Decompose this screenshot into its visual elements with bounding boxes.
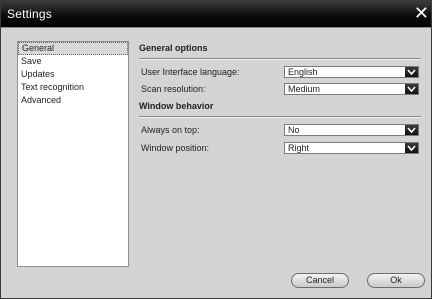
general-options-heading: General options — [139, 43, 208, 53]
window-title: Settings — [7, 7, 52, 21]
nav-item-updates[interactable]: Updates — [18, 68, 128, 81]
settings-window: Settings ✕ General Save Updates Text rec… — [0, 0, 432, 299]
chevron-down-icon — [405, 125, 418, 135]
window-behavior-divider — [139, 116, 421, 118]
language-value: English — [288, 67, 318, 77]
nav-item-advanced[interactable]: Advanced — [18, 94, 128, 107]
title-bar: Settings ✕ — [1, 1, 431, 28]
nav-item-general[interactable]: General — [18, 42, 128, 55]
chevron-down-icon — [405, 67, 418, 77]
always-on-top-value: No — [288, 125, 300, 135]
always-on-top-select[interactable]: No — [284, 124, 419, 136]
resolution-value: Medium — [288, 84, 321, 94]
chevron-down-icon — [405, 143, 418, 153]
window-position-value: Right — [288, 143, 310, 153]
language-label: User Interface language: — [141, 67, 240, 77]
resolution-label: Scan resolution: — [141, 84, 206, 94]
always-on-top-label: Always on top: — [141, 125, 200, 135]
chevron-down-icon — [405, 84, 418, 94]
general-divider — [139, 58, 421, 60]
resolution-select[interactable]: Medium — [284, 83, 419, 95]
nav-item-text-recognition[interactable]: Text recognition — [18, 81, 128, 94]
settings-nav-list: General Save Updates Text recognition Ad… — [17, 41, 129, 267]
cancel-button[interactable]: Cancel — [291, 273, 349, 288]
window-behavior-heading: Window behavior — [139, 101, 214, 111]
ok-button[interactable]: Ok — [367, 273, 425, 288]
window-position-select[interactable]: Right — [284, 142, 419, 154]
close-icon[interactable]: ✕ — [414, 2, 429, 24]
nav-item-save[interactable]: Save — [18, 55, 128, 68]
window-position-label: Window position: — [141, 143, 210, 153]
language-select[interactable]: English — [284, 66, 419, 78]
